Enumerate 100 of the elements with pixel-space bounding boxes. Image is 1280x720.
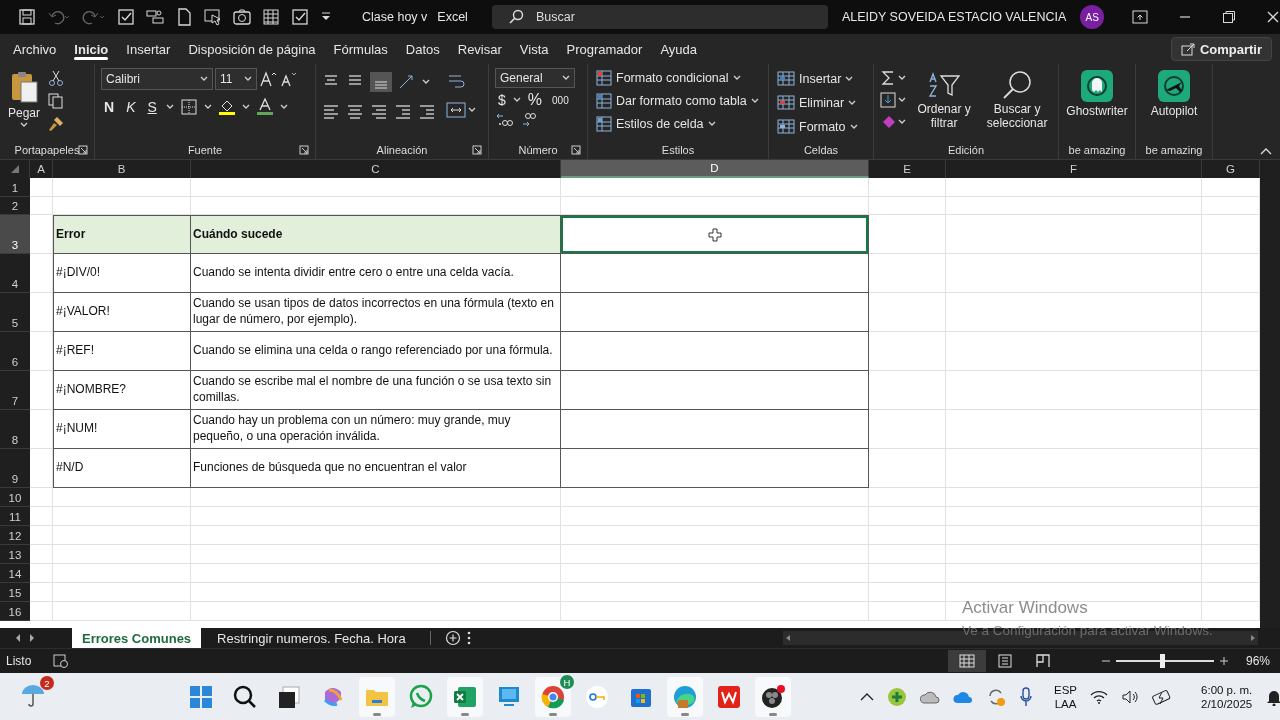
row-header[interactable]: 8	[0, 410, 30, 449]
increase-indent-icon[interactable]	[418, 104, 436, 120]
sort-filter-button[interactable]: Ordenar y filtrar	[914, 68, 975, 132]
grow-font-icon[interactable]	[259, 70, 277, 88]
form-icon[interactable]	[146, 8, 164, 26]
row-header[interactable]: 5	[0, 293, 30, 332]
cloud-icon[interactable]	[920, 689, 940, 705]
row-header[interactable]: 11	[0, 507, 30, 526]
caret-icon[interactable]	[203, 104, 212, 110]
wifi-icon[interactable]	[1090, 689, 1108, 705]
cells-menu-button[interactable]: Insertar	[775, 68, 856, 89]
caret-icon[interactable]	[898, 75, 906, 81]
ribbon-tab[interactable]: Programador	[557, 34, 652, 64]
taskbar-app[interactable]: H	[535, 677, 571, 717]
zoom-in-icon[interactable]	[1219, 657, 1228, 665]
customize-dropdown-icon[interactable]	[320, 11, 332, 23]
currency-button[interactable]: $	[495, 92, 509, 108]
fill-color-icon[interactable]	[217, 98, 236, 116]
row-header[interactable]: 4	[0, 254, 30, 293]
caret-icon[interactable]	[849, 123, 858, 130]
select-all-icon[interactable]	[9, 164, 20, 174]
autosum-icon[interactable]	[880, 70, 896, 86]
addin-button[interactable]: Ghostwriter	[1064, 68, 1130, 120]
row-header[interactable]: 2	[0, 197, 30, 215]
grid-cell[interactable]	[561, 254, 869, 293]
caret-icon[interactable]	[244, 76, 252, 82]
ribbon-tab[interactable]: Inicio	[65, 34, 118, 64]
show-hidden-icon[interactable]	[860, 692, 874, 702]
input-language[interactable]: ESP	[1054, 684, 1077, 696]
table-icon[interactable]	[262, 8, 280, 26]
wrap-text-icon[interactable]	[446, 72, 466, 90]
increase-decimal-icon[interactable]	[495, 112, 513, 128]
view-button[interactable]	[947, 650, 986, 672]
save-icon[interactable]	[18, 8, 36, 26]
screen-pointer-icon[interactable]	[204, 8, 222, 26]
font-size-dropdown[interactable]: 11	[215, 68, 257, 90]
caret-icon[interactable]	[898, 97, 906, 103]
cells-menu-button[interactable]: Formato	[775, 116, 860, 137]
restore-icon[interactable]	[1222, 10, 1237, 24]
shrink-font-icon[interactable]	[279, 70, 297, 88]
grid-cell[interactable]	[561, 371, 869, 410]
orientation-icon[interactable]	[398, 74, 416, 90]
caret-icon[interactable]	[241, 104, 250, 110]
redo-icon[interactable]	[82, 8, 106, 26]
clock-date[interactable]: 2/10/2025	[1201, 698, 1253, 710]
ribbon-tab[interactable]: Revisar	[448, 34, 511, 64]
row-header[interactable]: 10	[0, 488, 30, 507]
checkbox-icon[interactable]	[117, 8, 135, 26]
caret-icon[interactable]	[279, 104, 288, 110]
row-header[interactable]: 6	[0, 332, 30, 371]
addin-button[interactable]: Autopilot	[1148, 68, 1200, 120]
add-sheet-icon[interactable]	[444, 630, 461, 646]
ribbon-tab[interactable]: Datos	[396, 34, 449, 64]
caret-icon[interactable]	[165, 104, 174, 110]
ribbon-display-icon[interactable]	[1132, 10, 1149, 24]
ribbon-tab[interactable]: Archivo	[4, 34, 66, 64]
row-header[interactable]: 7	[0, 371, 30, 410]
row-header[interactable]: 16	[0, 602, 30, 621]
caret-icon[interactable]	[200, 76, 208, 82]
column-header[interactable]: B	[53, 160, 191, 178]
styles-menu-button[interactable]: Estilos de celda	[594, 114, 718, 134]
row-header[interactable]: 13	[0, 545, 30, 564]
search-field[interactable]: Buscar	[491, 5, 828, 29]
checkbox-icon[interactable]	[291, 8, 309, 26]
thousands-button[interactable]: 000	[549, 94, 572, 106]
caret-icon[interactable]	[707, 121, 716, 127]
onedrive-cloud-icon[interactable]	[953, 689, 973, 705]
more-options-icon[interactable]	[466, 631, 471, 645]
borders-icon[interactable]	[179, 98, 198, 116]
speaker-icon[interactable]	[1121, 689, 1139, 705]
row-header[interactable]: 15	[0, 583, 30, 602]
dialog-launcher-icon[interactable]	[472, 145, 482, 155]
collapse-ribbon-icon[interactable]	[1260, 147, 1272, 155]
sheet-tab[interactable]: Errores Comunes	[72, 628, 202, 648]
selected-cell[interactable]	[561, 215, 869, 254]
sheet-tab[interactable]: Restringir numeros. Fecha. Hora	[207, 628, 416, 648]
zoom-thumb[interactable]	[1160, 654, 1165, 668]
caret-icon[interactable]	[422, 79, 430, 85]
merge-center-icon[interactable]	[446, 102, 466, 118]
align-left-icon[interactable]	[322, 104, 340, 120]
format-painter-icon[interactable]	[48, 116, 65, 132]
column-header[interactable]: F	[946, 160, 1202, 178]
ribbon-tab[interactable]: Vista	[510, 34, 558, 64]
italic-button[interactable]: K	[123, 99, 139, 115]
styles-menu-button[interactable]: Formato condicional	[594, 68, 743, 88]
font-color-icon[interactable]	[255, 98, 274, 116]
decrease-indent-icon[interactable]	[394, 104, 412, 120]
input-language[interactable]: LAA	[1054, 698, 1077, 710]
row-header[interactable]: 14	[0, 564, 30, 583]
align-center-icon[interactable]	[346, 104, 364, 120]
font-dropdown[interactable]: Calibri	[101, 68, 213, 90]
notifications-icon[interactable]	[1265, 688, 1280, 706]
ribbon-tab[interactable]: Fórmulas	[324, 34, 397, 64]
dialog-launcher-icon[interactable]	[78, 145, 88, 155]
percent-button[interactable]: %	[524, 91, 546, 109]
caret-icon[interactable]	[732, 75, 741, 81]
document-icon[interactable]	[175, 8, 193, 26]
caret-icon[interactable]	[562, 75, 570, 81]
column-header[interactable]: A	[30, 160, 53, 178]
underline-button[interactable]: S	[144, 99, 160, 115]
